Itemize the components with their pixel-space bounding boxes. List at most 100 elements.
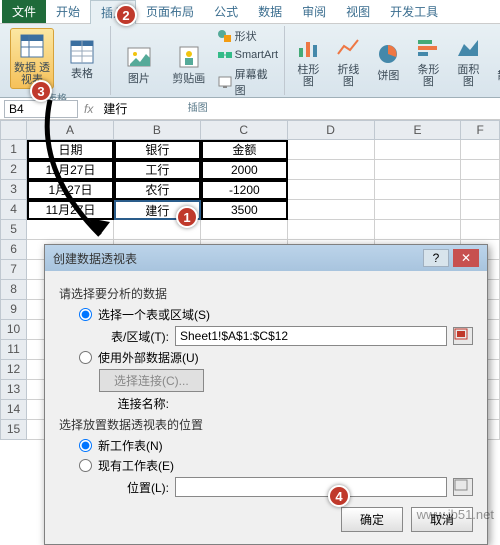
cell[interactable] (461, 200, 500, 220)
line-chart-icon (333, 33, 363, 63)
pie-chart-button[interactable]: 饼图 (371, 37, 405, 84)
location-label: 位置(L): (99, 479, 169, 496)
select-all-corner[interactable] (0, 120, 27, 140)
callout-4: 4 (328, 485, 350, 507)
tab-formula[interactable]: 公式 (204, 0, 248, 23)
pivot-table-button[interactable]: 数据 透视表 (10, 28, 54, 89)
row-header[interactable]: 6 (0, 240, 27, 260)
table-button[interactable]: 表格 (60, 35, 104, 82)
cell[interactable] (461, 160, 500, 180)
cell[interactable] (375, 200, 462, 220)
radio-label: 使用外部数据源(U) (98, 349, 199, 366)
column-chart-icon (293, 33, 323, 63)
smartart-icon (217, 47, 233, 63)
group-charts: 柱形图 折线图 饼图 条形图 面积图 散点 (285, 26, 500, 95)
scatter-chart-button[interactable]: 散点 (491, 37, 500, 84)
row-header[interactable]: 15 (0, 420, 27, 440)
row-header[interactable]: 13 (0, 380, 27, 400)
annotation-arrow (30, 90, 140, 250)
cell[interactable] (461, 220, 500, 240)
cell[interactable] (288, 200, 375, 220)
ok-button[interactable]: 确定 (341, 507, 403, 532)
row-header[interactable]: 5 (0, 220, 27, 240)
row-header[interactable]: 14 (0, 400, 27, 420)
cell[interactable]: 2000 (201, 160, 288, 180)
cell[interactable] (375, 180, 462, 200)
row-header[interactable]: 2 (0, 160, 27, 180)
cell[interactable]: -1200 (201, 180, 288, 200)
cell[interactable] (288, 160, 375, 180)
area-chart-button[interactable]: 面积图 (451, 31, 485, 90)
tab-file[interactable]: 文件 (2, 0, 46, 23)
tab-layout[interactable]: 页面布局 (136, 0, 204, 23)
tab-start[interactable]: 开始 (46, 0, 90, 23)
help-button[interactable]: ? (423, 249, 449, 267)
row-header[interactable]: 10 (0, 320, 27, 340)
line-chart-button[interactable]: 折线图 (331, 31, 365, 90)
radio-label: 新工作表(N) (98, 437, 163, 454)
radio-existing-sheet[interactable] (79, 459, 92, 472)
col-header[interactable]: C (201, 120, 288, 140)
picture-label: 图片 (128, 73, 150, 85)
range-select-icon[interactable] (453, 327, 473, 345)
dialog-title: 创建数据透视表 (53, 250, 137, 267)
shapes-button[interactable]: 形状 (217, 28, 279, 44)
row-header[interactable]: 9 (0, 300, 27, 320)
cell[interactable] (288, 220, 375, 240)
cell[interactable]: 金额 (201, 140, 288, 160)
callout-1: 1 (176, 206, 198, 228)
ribbon-body: 数据 透视表 表格 表格 图片 剪贴画 形状 SmartArt 屏幕截图 (0, 24, 500, 98)
callout-2: 2 (115, 4, 137, 26)
col-header[interactable]: D (288, 120, 375, 140)
bar-chart-button[interactable]: 条形图 (411, 31, 445, 90)
row-header[interactable]: 11 (0, 340, 27, 360)
close-button[interactable]: ✕ (453, 249, 479, 267)
create-pivot-dialog: 创建数据透视表 ? ✕ 请选择要分析的数据 选择一个表或区域(S) 表/区域(T… (44, 244, 488, 545)
radio-label: 选择一个表或区域(S) (98, 306, 210, 323)
range-input[interactable] (175, 326, 447, 346)
cell[interactable] (288, 140, 375, 160)
screenshot-button[interactable]: 屏幕截图 (217, 66, 279, 98)
tab-view[interactable]: 视图 (336, 0, 380, 23)
row-header[interactable]: 8 (0, 280, 27, 300)
cell[interactable] (375, 140, 462, 160)
smartart-button[interactable]: SmartArt (217, 47, 279, 63)
screenshot-icon (217, 74, 233, 90)
section-label: 请选择要分析的数据 (59, 285, 473, 302)
cell[interactable] (288, 180, 375, 200)
group-tables: 数据 透视表 表格 表格 (4, 26, 111, 95)
column-chart-button[interactable]: 柱形图 (291, 31, 325, 90)
cell[interactable] (461, 140, 500, 160)
radio-external[interactable] (79, 351, 92, 364)
area-chart-icon (453, 33, 483, 63)
formula-value[interactable]: 建行 (99, 100, 496, 117)
clipart-button[interactable]: 剪贴画 (167, 40, 211, 87)
picture-button[interactable]: 图片 (117, 40, 161, 87)
watermark: www.jb51.net (417, 507, 494, 522)
range-label: 表/区域(T): (99, 328, 169, 345)
row-header[interactable]: 12 (0, 360, 27, 380)
row-header[interactable]: 4 (0, 200, 27, 220)
location-input[interactable] (175, 477, 447, 497)
cell[interactable] (375, 220, 462, 240)
tab-data[interactable]: 数据 (248, 0, 292, 23)
row-header[interactable]: 1 (0, 140, 27, 160)
radio-label: 现有工作表(E) (98, 457, 174, 474)
pivot-icon (17, 31, 47, 61)
tab-review[interactable]: 审阅 (292, 0, 336, 23)
table-icon (67, 37, 97, 67)
cell[interactable] (461, 180, 500, 200)
tab-dev[interactable]: 开发工具 (380, 0, 448, 23)
row-header[interactable]: 7 (0, 260, 27, 280)
col-header[interactable]: E (375, 120, 462, 140)
picture-icon (124, 42, 154, 72)
connection-label: 连接名称: (99, 395, 169, 412)
row-header[interactable]: 3 (0, 180, 27, 200)
radio-select-range[interactable] (79, 308, 92, 321)
cell[interactable] (375, 160, 462, 180)
cell[interactable] (201, 220, 288, 240)
col-header[interactable]: F (461, 120, 500, 140)
range-select-icon[interactable] (453, 478, 473, 496)
radio-new-sheet[interactable] (79, 439, 92, 452)
cell[interactable]: 3500 (201, 200, 288, 220)
